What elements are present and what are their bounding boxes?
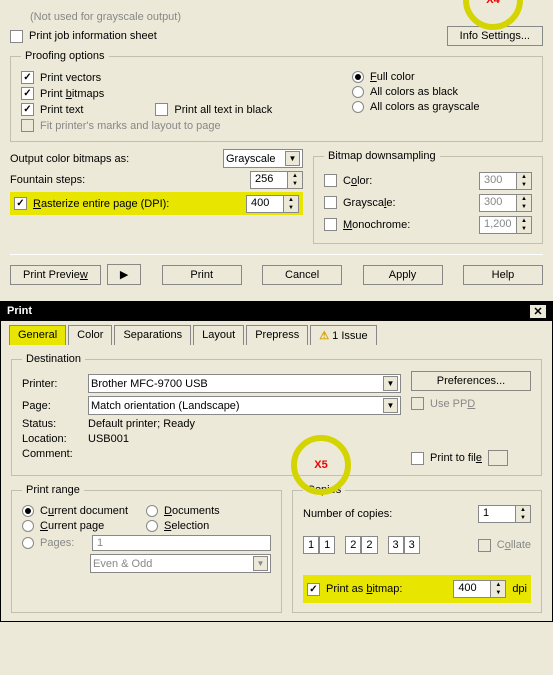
window-title: Print — [7, 305, 32, 318]
pages-radio[interactable] — [22, 537, 34, 549]
bitmaps-checkbox[interactable] — [21, 87, 34, 100]
tab-general[interactable]: General — [9, 325, 66, 345]
grayscale-note: (Not used for grayscale output) — [30, 11, 181, 23]
ds-gray-spinner: 300▲▼ — [479, 194, 532, 212]
fountain-label: Fountain steps: — [10, 174, 85, 186]
close-icon[interactable]: ✕ — [530, 305, 546, 318]
ds-mono-checkbox[interactable] — [324, 218, 337, 231]
job-sheet-checkbox[interactable] — [10, 30, 23, 43]
status-label: Status: — [22, 418, 82, 430]
info-settings-button[interactable]: Info Settings... — [447, 26, 543, 46]
tab-color[interactable]: Color — [68, 325, 112, 345]
tab-issue[interactable]: ⚠ 1 Issue — [310, 325, 376, 345]
proofing-legend: Proofing options — [21, 50, 109, 62]
as-bitmap-label: Print as bitmap: — [326, 583, 402, 595]
printer-select[interactable]: Brother MFC-9700 USB▼ — [88, 374, 401, 393]
print-file-browse-button[interactable] — [488, 450, 508, 466]
marks-label: Fit printer's marks and layout to page — [40, 120, 221, 132]
tab-layout[interactable]: Layout — [193, 325, 244, 345]
pages-label: Pages: — [40, 537, 86, 549]
docs-label: Documents — [164, 505, 220, 517]
fountain-spinner[interactable]: 256▲▼ — [250, 171, 303, 189]
ds-gray-label: Grayscale: — [343, 197, 396, 209]
cancel-button[interactable]: Cancel — [262, 265, 342, 285]
preview-play-button[interactable]: ▶ — [107, 264, 141, 285]
sel-label: Selection — [164, 520, 209, 532]
collate-preview-icon: 11 22 33 — [303, 536, 420, 554]
collate-checkbox — [478, 539, 491, 552]
full-color-radio[interactable] — [352, 71, 364, 83]
ds-color-spinner: 300▲▼ — [479, 172, 532, 190]
output-as-label: Output color bitmaps as: — [10, 153, 129, 165]
pages-input: 1 — [92, 535, 271, 551]
use-ppd-label: Use PPD — [430, 398, 475, 410]
docs-radio[interactable] — [146, 505, 158, 517]
apply-button[interactable]: Apply — [363, 265, 443, 285]
dpi-unit: dpi — [512, 583, 527, 595]
print-file-checkbox[interactable] — [411, 452, 424, 465]
copies-group: Copies Number of copies: 1▲▼ 11 22 33 Col… — [292, 484, 542, 613]
location-value: USB001 — [88, 433, 129, 445]
copies-legend: Copies — [303, 484, 345, 496]
cur-doc-radio[interactable] — [22, 505, 34, 517]
ds-mono-spinner: 1,200▲▼ — [479, 216, 532, 234]
ds-color-label: Color: — [343, 175, 372, 187]
tab-separations[interactable]: Separations — [114, 325, 191, 345]
use-ppd-checkbox — [411, 397, 424, 410]
downsample-group: Bitmap downsampling Color: 300▲▼ Grayscal… — [313, 150, 543, 244]
all-black-checkbox[interactable] — [155, 103, 168, 116]
colors-gray-radio[interactable] — [352, 101, 364, 113]
sel-radio[interactable] — [146, 520, 158, 532]
all-black-label: Print all text in black — [174, 104, 272, 116]
print-file-label: Print to file — [430, 452, 482, 464]
marks-checkbox — [21, 119, 34, 132]
status-value: Default printer; Ready — [88, 418, 195, 430]
downsample-legend: Bitmap downsampling — [324, 150, 440, 162]
preview-button[interactable]: Print Preview — [10, 265, 101, 285]
rasterize-label: Rasterize entire page (DPI): — [33, 198, 169, 210]
collate-label: Collate — [497, 539, 531, 551]
copies-spinner[interactable]: 1▲▼ — [478, 505, 531, 523]
cur-doc-label: Current document — [40, 505, 140, 517]
colors-gray-label: All colors as grayscale — [370, 101, 479, 113]
job-sheet-label: Print job information sheet — [29, 30, 157, 42]
colors-black-radio[interactable] — [352, 86, 364, 98]
page-select[interactable]: Match orientation (Landscape)▼ — [88, 396, 401, 415]
ds-color-checkbox[interactable] — [324, 174, 337, 187]
destination-group: Destination Printer: Brother MFC-9700 USB… — [11, 353, 542, 476]
proofing-group: Proofing options Print vectors Print bit… — [10, 50, 543, 142]
cur-page-label: Current page — [40, 520, 140, 532]
page-label: Page: — [22, 400, 82, 412]
vectors-checkbox[interactable] — [21, 71, 34, 84]
rasterize-spinner[interactable]: 400▲▼ — [246, 195, 299, 213]
rasterize-checkbox[interactable] — [14, 197, 27, 210]
full-color-label: Full color — [370, 71, 415, 83]
output-as-select[interactable]: Grayscale▼ — [223, 149, 303, 168]
comment-label: Comment: — [22, 448, 82, 460]
text-checkbox[interactable] — [21, 103, 34, 116]
text-label: Print text — [40, 104, 83, 116]
tab-prepress[interactable]: Prepress — [246, 325, 308, 345]
colors-black-label: All colors as black — [370, 86, 458, 98]
as-bitmap-checkbox[interactable] — [307, 583, 320, 596]
help-button[interactable]: Help — [463, 265, 543, 285]
annotation-x4: X4 — [486, 0, 499, 6]
ds-gray-checkbox[interactable] — [324, 196, 337, 209]
bitmaps-label: Print bitmaps — [40, 88, 104, 100]
range-group: Print range Current document Documents Cu… — [11, 484, 282, 613]
vectors-label: Print vectors — [40, 72, 101, 84]
preferences-button[interactable]: Preferences... — [411, 371, 531, 391]
destination-legend: Destination — [22, 353, 85, 365]
even-odd-select: Even & Odd▼ — [90, 554, 271, 573]
dpi-spinner[interactable]: 400▲▼ — [453, 580, 506, 598]
cur-page-radio[interactable] — [22, 520, 34, 532]
ds-mono-label: Monochrome: — [343, 219, 410, 231]
range-legend: Print range — [22, 484, 84, 496]
printer-label: Printer: — [22, 378, 82, 390]
copies-num-label: Number of copies: — [303, 508, 392, 520]
location-label: Location: — [22, 433, 82, 445]
print-button[interactable]: Print — [162, 265, 242, 285]
